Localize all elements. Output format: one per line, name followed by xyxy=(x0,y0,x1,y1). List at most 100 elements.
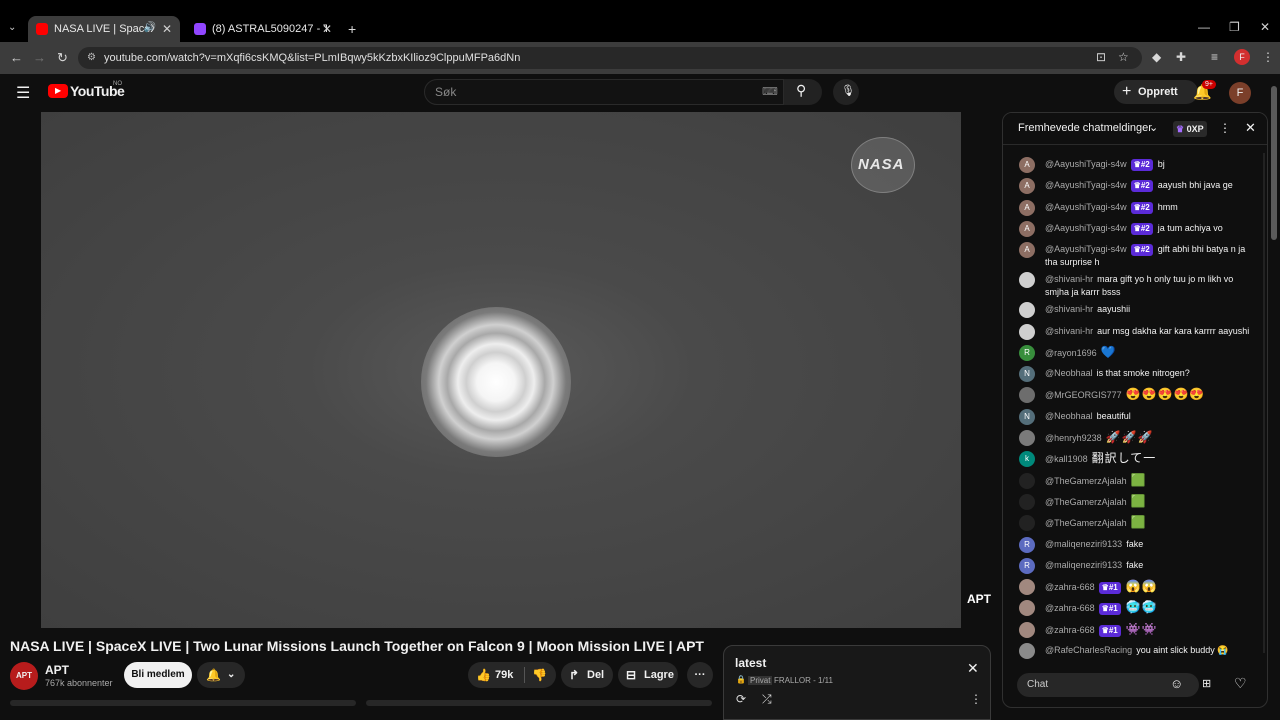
puzzle-icon[interactable]: ✚ xyxy=(1176,50,1186,64)
chat-scrollbar[interactable] xyxy=(1263,153,1265,653)
back-icon[interactable]: ← xyxy=(10,50,23,65)
join-button[interactable]: Bli medlem xyxy=(124,662,192,688)
close-tab-icon[interactable]: ✕ xyxy=(322,22,332,36)
create-button[interactable]: + Opprett xyxy=(1114,80,1198,104)
playlist-menu-icon[interactable]: ⋮ xyxy=(970,692,982,706)
chat-avatar[interactable]: A xyxy=(1019,157,1035,173)
voice-search-button[interactable]: 🎙 xyxy=(833,79,859,105)
close-tab-icon[interactable]: ✕ xyxy=(162,22,172,36)
chat-author[interactable]: @TheGamerzAjalah xyxy=(1045,518,1127,528)
chat-avatar[interactable]: R xyxy=(1019,557,1035,574)
close-playlist-icon[interactable]: ✕ xyxy=(967,660,979,677)
hamburger-menu-icon[interactable]: ☰ xyxy=(16,83,30,103)
chat-author[interactable]: @zahra-668 xyxy=(1045,625,1095,635)
chat-author[interactable]: @Neobhaal xyxy=(1045,411,1093,421)
maximize-icon[interactable]: ❐ xyxy=(1229,20,1240,34)
keyboard-icon[interactable]: ⌨ xyxy=(762,80,778,104)
extension-icon[interactable]: ◆ xyxy=(1152,50,1161,64)
chat-author[interactable]: @shivani-hr xyxy=(1045,304,1093,314)
chat-author[interactable]: @kall1908 xyxy=(1045,454,1088,464)
loop-icon[interactable]: ⟳ xyxy=(736,692,746,706)
chat-avatar[interactable]: A xyxy=(1019,178,1035,195)
chat-avatar[interactable] xyxy=(1019,430,1035,446)
xp-badge[interactable]: ♛ 0XP xyxy=(1173,121,1207,137)
save-button[interactable]: ⊟ Lagre xyxy=(618,662,678,688)
chat-author[interactable]: @rayon1696 xyxy=(1045,348,1097,358)
chat-avatar[interactable] xyxy=(1019,472,1035,489)
description-box[interactable] xyxy=(10,700,356,706)
minimize-icon[interactable]: — xyxy=(1198,20,1210,34)
page-scrollbar[interactable] xyxy=(1271,86,1277,240)
youtube-logo-icon[interactable]: ▶ xyxy=(48,84,68,98)
profile-avatar[interactable]: F xyxy=(1234,49,1250,65)
chat-author[interactable]: @RafeCharlesRacing xyxy=(1045,645,1132,655)
chat-author[interactable]: @TheGamerzAjalah xyxy=(1045,476,1127,486)
tab-youtube[interactable]: NASA LIVE | SpaceX LIVE | T 🔊 ✕ xyxy=(28,16,180,42)
reload-icon[interactable]: ↻ xyxy=(57,50,68,66)
url-field[interactable]: ⚙ youtube.com/watch?v=mXqfi6csKMQ&list=P… xyxy=(78,47,1142,69)
media-control-icon[interactable]: ≡ xyxy=(1211,50,1218,64)
chat-avatar[interactable] xyxy=(1019,643,1035,659)
shuffle-icon[interactable]: ⤮ xyxy=(762,692,772,707)
channel-name[interactable]: APT xyxy=(45,663,69,677)
chat-avatar[interactable]: A xyxy=(1019,199,1035,216)
like-icon[interactable]: 👍 xyxy=(476,662,491,688)
new-tab-icon[interactable]: + xyxy=(348,21,356,37)
chat-author[interactable]: @Neobhaal xyxy=(1045,368,1093,378)
tab-list-icon[interactable]: ⌄ xyxy=(8,22,16,33)
chat-message-list[interactable]: A @AayushiTyagi-s4w ♛#2 bj A @AayushiTyagi-s4… xyxy=(1003,137,1267,669)
chat-avatar[interactable]: R xyxy=(1019,344,1035,361)
chat-avatar[interactable]: N xyxy=(1019,366,1035,383)
install-app-icon[interactable]: ⊡ xyxy=(1096,50,1106,64)
close-chat-icon[interactable]: ✕ xyxy=(1245,120,1256,136)
super-chat-icon[interactable]: ⊞ xyxy=(1202,677,1211,690)
emoji-icon[interactable]: ☺ xyxy=(1170,676,1183,691)
chat-author[interactable]: @henryh9238 xyxy=(1045,433,1102,443)
chat-avatar[interactable] xyxy=(1019,515,1035,532)
chat-author[interactable]: @AayushiTyagi-s4w xyxy=(1045,244,1127,254)
chat-avatar[interactable] xyxy=(1019,387,1035,404)
chat-avatar[interactable] xyxy=(1019,302,1035,319)
chat-mode-label[interactable]: Fremhevede chatmeldinger xyxy=(1018,122,1152,134)
bookmark-star-icon[interactable]: ☆ xyxy=(1118,50,1129,64)
chat-avatar[interactable] xyxy=(1019,579,1035,596)
recommendation-chips[interactable] xyxy=(366,700,712,706)
close-window-icon[interactable]: ✕ xyxy=(1260,20,1270,34)
chat-avatar[interactable] xyxy=(1019,272,1035,289)
chat-author[interactable]: @maliqeneziri9133 xyxy=(1045,539,1122,549)
search-input[interactable]: Søk ⌨ xyxy=(424,79,784,105)
chat-avatar[interactable] xyxy=(1019,600,1035,617)
browser-menu-icon[interactable]: ⋮ xyxy=(1262,50,1274,64)
chat-avatar[interactable] xyxy=(1019,621,1035,638)
dislike-icon[interactable]: 👎 xyxy=(532,662,547,688)
chat-author[interactable]: @shivani-hr xyxy=(1045,326,1093,336)
tab-twitch[interactable]: (8) ASTRAL5090247 - Twitch ✕ xyxy=(186,16,340,42)
account-avatar[interactable]: F xyxy=(1229,82,1251,104)
chat-menu-icon[interactable]: ⋮ xyxy=(1219,121,1231,135)
chat-author[interactable]: @zahra-668 xyxy=(1045,582,1095,592)
chat-avatar[interactable]: A xyxy=(1019,220,1035,237)
channel-avatar[interactable]: APT xyxy=(10,662,38,690)
chat-author[interactable]: @TheGamerzAjalah xyxy=(1045,497,1127,507)
share-button[interactable]: ↱ Del xyxy=(561,662,613,688)
like-count[interactable]: 79k xyxy=(495,662,513,688)
chat-author[interactable]: @AayushiTyagi-s4w xyxy=(1045,202,1127,212)
chevron-down-icon[interactable]: ⌄ xyxy=(1149,121,1158,134)
chat-avatar[interactable] xyxy=(1019,323,1035,340)
chat-avatar[interactable]: N xyxy=(1019,408,1035,425)
video-player[interactable]: NASA xyxy=(41,112,961,628)
chat-avatar[interactable]: A xyxy=(1019,242,1035,259)
subscribe-bell-button[interactable]: 🔔 ⌄ xyxy=(197,662,245,688)
chat-author[interactable]: @shivani-hr xyxy=(1045,274,1093,284)
more-actions-button[interactable]: ··· xyxy=(687,662,713,688)
chat-author[interactable]: @AayushiTyagi-s4w xyxy=(1045,223,1127,233)
playlist-title[interactable]: latest xyxy=(735,656,766,670)
chat-avatar[interactable]: k xyxy=(1019,451,1035,468)
search-button[interactable]: ⚲ xyxy=(784,79,822,105)
chat-author[interactable]: @AayushiTyagi-s4w xyxy=(1045,180,1127,190)
chat-avatar[interactable]: R xyxy=(1019,536,1035,553)
heart-icon[interactable]: ♡ xyxy=(1234,675,1247,692)
chat-avatar[interactable] xyxy=(1019,493,1035,510)
chat-author[interactable]: @zahra-668 xyxy=(1045,603,1095,613)
chat-author[interactable]: @maliqeneziri9133 xyxy=(1045,560,1122,570)
